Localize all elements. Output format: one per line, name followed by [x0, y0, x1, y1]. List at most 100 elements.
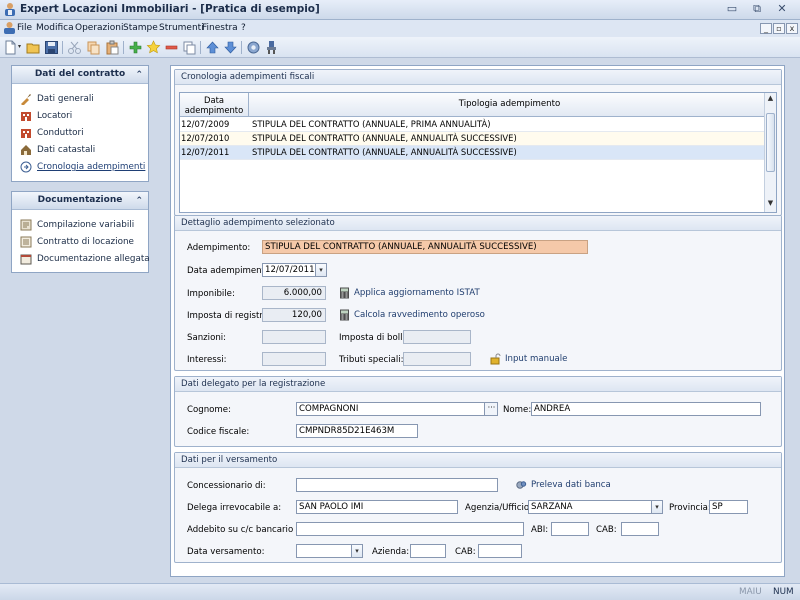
toolbar-separator: [200, 41, 201, 54]
variables-icon: [20, 219, 32, 231]
scrollbar-thumb[interactable]: [766, 113, 775, 172]
help-icon[interactable]: [246, 40, 261, 55]
column-header-date[interactable]: Data adempimento: [180, 93, 249, 117]
documentation-panel-header[interactable]: Documentazione ⌃: [12, 192, 148, 210]
row-date: 12/07/2009: [181, 119, 230, 129]
row-tipologia: STIPULA DEL CONTRATTO (ANNUALE, PRIMA AN…: [252, 119, 491, 129]
move-down-icon[interactable]: [223, 40, 238, 55]
agenzia-dropdown-icon[interactable]: ▾: [651, 501, 662, 513]
table-row[interactable]: 12/07/2010 STIPULA DEL CONTRATTO (ANNUAL…: [180, 132, 770, 146]
sanzioni-field[interactable]: [262, 330, 326, 344]
menu-operazioni[interactable]: Operazioni: [75, 23, 124, 33]
tributi-speciali-field[interactable]: [403, 352, 471, 366]
mdi-restore-button[interactable]: ▫: [773, 23, 785, 34]
data-adempimento-field[interactable]: 12/07/2011 ▾: [262, 263, 327, 277]
date-dropdown-icon[interactable]: ▾: [315, 264, 326, 276]
nome-field[interactable]: ANDREA: [531, 402, 761, 416]
status-bar: MAIU NUM: [0, 583, 800, 600]
abi-label: ABI:: [531, 525, 549, 535]
istat-link-label: Applica aggiornamento ISTAT: [354, 288, 480, 298]
cognome-field[interactable]: COMPAGNONI ···: [296, 402, 498, 416]
azienda-field[interactable]: [410, 544, 446, 558]
cut-icon[interactable]: [67, 40, 82, 55]
collapse-chevron-icon[interactable]: ⌃: [135, 67, 143, 84]
table-row-selected[interactable]: 12/07/2011 STIPULA DEL CONTRATTO (ANNUAL…: [180, 146, 770, 160]
restore-button[interactable]: ⧉: [746, 2, 768, 16]
menu-finestra[interactable]: Finestra: [202, 23, 238, 33]
delega-label: Delega irrevocabile a:: [187, 503, 282, 513]
data-versamento-field[interactable]: ▾: [296, 544, 363, 558]
new-dropdown-icon[interactable]: ▾: [18, 43, 21, 50]
sidebar-item-label: Compilazione variabili: [37, 220, 135, 230]
remove-icon[interactable]: [164, 40, 179, 55]
concessionario-field[interactable]: [296, 478, 498, 492]
save-icon[interactable]: [44, 40, 59, 55]
tenants-icon: [21, 129, 31, 138]
mdi-minimize-button[interactable]: _: [760, 23, 772, 34]
imponibile-field[interactable]: 6.000,00: [262, 286, 326, 300]
history-grid[interactable]: Data adempimento Tipologia adempimento 1…: [179, 92, 777, 213]
sidebar-item-label: Contratto di locazione: [37, 237, 134, 247]
cadastral-icon: [21, 145, 31, 155]
interessi-label: Interessi:: [187, 355, 227, 365]
contract-data-panel-header[interactable]: Dati del contratto ⌃: [12, 66, 148, 84]
menu-bar: File Modifica Operazioni Stampe Strument…: [0, 20, 800, 37]
abi-field[interactable]: [551, 522, 589, 536]
collapse-chevron-icon[interactable]: ⌃: [135, 193, 143, 210]
cab-field[interactable]: [621, 522, 659, 536]
paste-icon[interactable]: [105, 40, 120, 55]
delegate-section-title: Dati delegato per la registrazione: [175, 377, 781, 392]
scroll-up-arrow-icon[interactable]: ▲: [766, 94, 775, 104]
menu-stampe[interactable]: Stampe: [123, 23, 158, 33]
add-icon[interactable]: [128, 40, 143, 55]
new-icon[interactable]: [3, 40, 18, 55]
cab-label: CAB:: [596, 525, 617, 535]
grid-scrollbar[interactable]: ▲ ▼: [764, 93, 776, 212]
close-button[interactable]: ✕: [771, 2, 793, 16]
cab-versamento-field[interactable]: [478, 544, 522, 558]
tributi-speciali-label: Tributi speciali:: [339, 355, 404, 365]
menu-strumenti[interactable]: Strumenti: [159, 23, 204, 33]
data-versamento-dropdown-icon[interactable]: ▾: [351, 545, 362, 557]
addebito-field[interactable]: [296, 522, 524, 536]
browse-ellipsis-button[interactable]: ···: [484, 403, 497, 415]
documentation-panel: Documentazione ⌃ Compilazione variabili …: [11, 191, 150, 273]
provincia-field[interactable]: SP: [709, 500, 748, 514]
table-row[interactable]: 12/07/2009 STIPULA DEL CONTRATTO (ANNUAL…: [180, 118, 770, 132]
sidebar-item-label: Documentazione allegata: [37, 254, 150, 264]
delega-field[interactable]: SAN PAOLO IMI: [296, 500, 458, 514]
copy-icon[interactable]: [86, 40, 101, 55]
open-icon[interactable]: [26, 40, 41, 55]
menu-help[interactable]: ?: [241, 23, 246, 33]
imposta-bollo-field[interactable]: [403, 330, 471, 344]
duplicate-icon[interactable]: [182, 40, 197, 55]
imponibile-label: Imponibile:: [187, 289, 235, 299]
menu-modifica[interactable]: Modifica: [36, 23, 74, 33]
azienda-label: Azienda:: [372, 547, 410, 557]
minimize-button[interactable]: ▭: [721, 2, 743, 16]
star-icon[interactable]: [146, 40, 161, 55]
history-section-title: Cronologia adempimenti fiscali: [175, 70, 781, 85]
menu-file[interactable]: File: [17, 23, 32, 33]
agenzia-value: SARZANA: [531, 502, 573, 512]
unlock-icon: [490, 353, 501, 365]
addebito-label: Addebito su c/c bancario n.:: [187, 525, 308, 535]
scroll-down-arrow-icon[interactable]: ▼: [766, 199, 775, 209]
imposta-registro-field[interactable]: 120,00: [262, 308, 326, 322]
provincia-label: Provincia:: [669, 503, 711, 513]
agenzia-field[interactable]: SARZANA ▾: [528, 500, 663, 514]
column-header-tipologia[interactable]: Tipologia adempimento: [249, 93, 770, 117]
preleva-dati-banca-label: Preleva dati banca: [531, 480, 611, 490]
move-up-icon[interactable]: [205, 40, 220, 55]
tools-icon[interactable]: [264, 40, 279, 55]
concessionario-label: Concessionario di:: [187, 481, 266, 491]
interessi-field[interactable]: [262, 352, 326, 366]
grid-header: Data adempimento Tipologia adempimento: [180, 93, 770, 117]
codice-fiscale-field[interactable]: CMPNDR85D21E463M: [296, 424, 418, 438]
mdi-close-button[interactable]: x: [786, 23, 798, 34]
sidebar-item-label: Locatori: [37, 111, 73, 121]
data-versamento-label: Data versamento:: [187, 547, 265, 557]
bank-data-icon: [516, 481, 527, 489]
detail-section-title: Dettaglio adempimento selezionato: [175, 216, 781, 231]
caps-lock-indicator: MAIU: [739, 587, 762, 597]
